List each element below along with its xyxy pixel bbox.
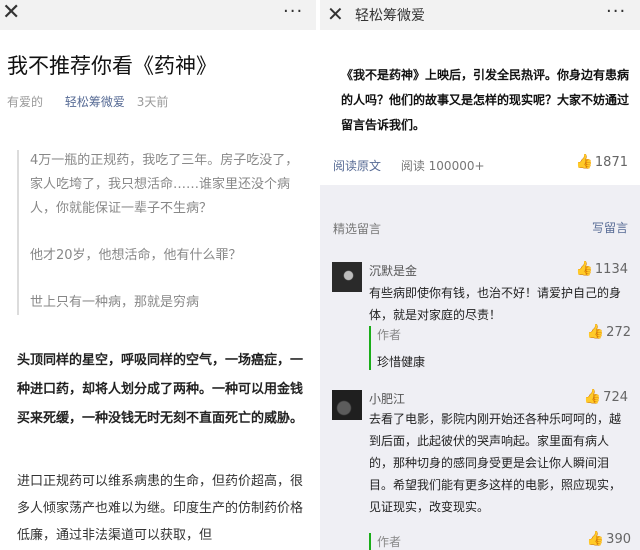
reply-like-button[interactable]: 👍 272 — [587, 324, 631, 340]
thumbs-up-icon: 👍 — [575, 261, 593, 277]
read-original-link[interactable]: 阅读原文 — [333, 159, 381, 173]
quote-line: 世上只有一种病，那就是穷病 — [30, 295, 200, 310]
avatar — [332, 262, 362, 292]
like-button[interactable]: 👍 1871 — [575, 154, 628, 170]
quote-line: 他才20岁，他想活命，他有什么罪？ — [30, 248, 242, 263]
reply-text: 珍惜健康 — [377, 355, 426, 369]
comment-like-count: 1134 — [594, 262, 628, 277]
top-bar: ✕ ··· — [0, 0, 316, 30]
quote-line: 4万一瓶的正规药，我吃了三年。房子吃没了，家人吃垮了，我只想活命……谁家里还没个… — [30, 153, 299, 216]
body-paragraph: 进口正规药可以维系病患的生命，但药价超高，很多人倾家荡产也难以为继。印度生产的仿… — [17, 474, 304, 543]
author-reply: 作者 珍惜健康 👍 272 — [369, 324, 631, 370]
reply-like-count: 272 — [606, 325, 631, 340]
more-icon[interactable]: ··· — [606, 2, 626, 22]
article-footer: 阅读原文 阅读 100000+ 👍 1871 — [333, 154, 628, 174]
thumbs-up-icon: 👍 — [586, 531, 605, 547]
intro-text: 《我不是药神》上映后，引发全民热评。你身边有患病的人吗？他们的故事又是怎样的现实… — [341, 68, 630, 132]
bold-paragraph: 头顶同样的星空，呼吸同样的空气，一场癌症，一种进口药，却将人划分成了两种。一种可… — [17, 353, 304, 426]
reply-like-count: 390 — [606, 532, 631, 547]
thumbs-up-icon: 👍 — [583, 389, 602, 405]
author-link[interactable]: 轻松筹微爱 — [65, 95, 125, 109]
publish-time: 3天前 — [136, 95, 169, 109]
selected-comments-label: 精选留言 — [333, 222, 382, 236]
thumbs-up-icon: 👍 — [575, 154, 593, 170]
article-panel: ✕ ··· 我不推荐你看《药神》 有爱的 轻松筹微爱 3天前 4万一瓶的正规药，… — [0, 0, 316, 550]
avatar — [332, 390, 362, 420]
meta-tag: 有爱的 — [7, 95, 44, 109]
article-title: 我不推荐你看《药神》 — [7, 54, 217, 78]
article-meta: 有爱的 轻松筹微爱 3天前 — [7, 93, 168, 110]
top-bar: ✕ 轻松筹微爱 ··· — [320, 0, 640, 30]
comments-panel: ✕ 轻松筹微爱 ··· 《我不是药神》上映后，引发全民热评。你身边有患病的人吗？… — [320, 0, 640, 550]
comment-like-button[interactable]: 👍 724 — [584, 389, 628, 405]
comment-like-count: 724 — [603, 390, 628, 405]
comment-text: 有些病即使你有钱，也治不好！请爱护自己的身体，就是对家庭的尽责！ — [369, 286, 622, 322]
author-reply: 作者 👍 390 — [369, 531, 631, 550]
more-icon[interactable]: ··· — [283, 2, 303, 22]
commenter-name: 沉默是金 — [369, 264, 418, 278]
thumbs-up-icon: 👍 — [586, 324, 605, 340]
read-count: 阅读 100000+ — [400, 159, 485, 173]
blockquote: 4万一瓶的正规药，我吃了三年。房子吃没了，家人吃垮了，我只想活命……谁家里还没个… — [17, 150, 307, 315]
account-name: 轻松筹微爱 — [355, 8, 425, 24]
reply-like-button[interactable]: 👍 390 — [587, 531, 631, 547]
comment-text: 去看了电影，影院内刚开始还各种乐呵呵的，越到后面，此起彼伏的哭声响起。家里面有病… — [369, 412, 622, 514]
like-count: 1871 — [594, 155, 628, 170]
close-icon[interactable]: ✕ — [327, 3, 344, 25]
write-comment-link[interactable]: 写留言 — [592, 219, 628, 236]
comment-like-button[interactable]: 👍 1134 — [575, 261, 628, 277]
commenter-name: 小肥江 — [369, 392, 406, 406]
close-icon[interactable]: ✕ — [2, 2, 20, 24]
